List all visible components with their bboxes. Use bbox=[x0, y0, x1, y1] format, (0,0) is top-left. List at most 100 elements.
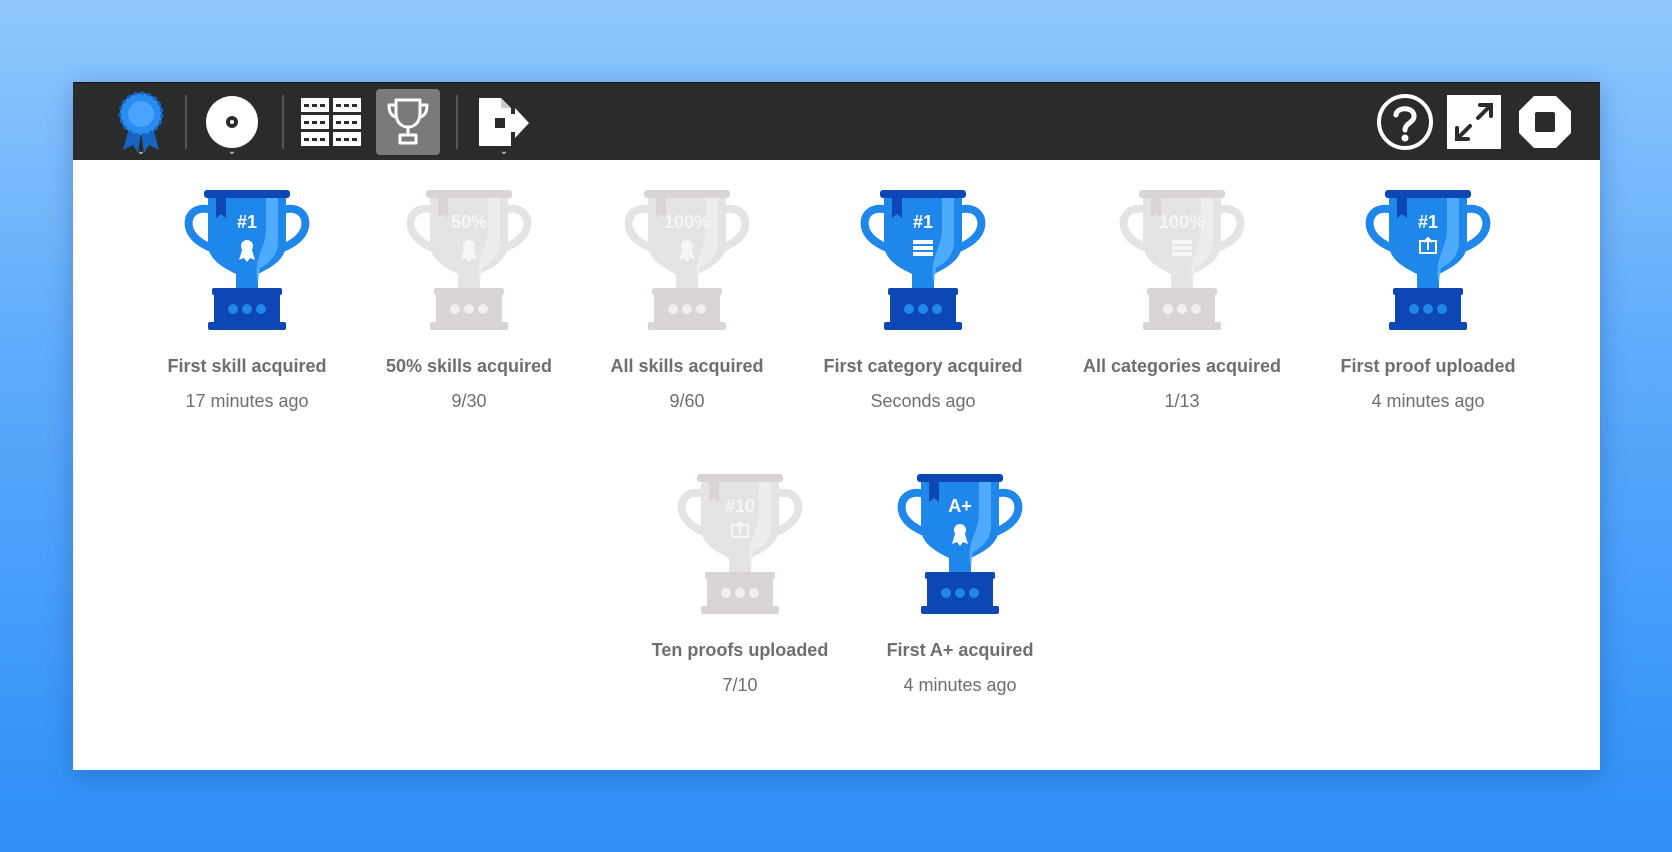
base-dot bbox=[1177, 304, 1187, 314]
achievement-card[interactable]: 50% 50% skills acquired 9/30 bbox=[354, 188, 584, 412]
trophy-stem-cap bbox=[925, 572, 995, 579]
trophy-stem-cap bbox=[888, 288, 958, 295]
trophy-base-foot bbox=[648, 322, 726, 330]
dropdown-caret: ⌄ bbox=[499, 146, 509, 157]
base-dot bbox=[682, 304, 692, 314]
disc-menu-button[interactable]: ⌄ bbox=[200, 89, 264, 157]
trophy-base-foot bbox=[884, 322, 962, 330]
trophy-badge-text: 100% bbox=[1159, 212, 1205, 232]
ribbon-emblem bbox=[681, 240, 693, 252]
base-dot bbox=[1191, 304, 1201, 314]
achievement-title: First skill acquired bbox=[167, 356, 327, 376]
trophy-icon: 100% bbox=[624, 190, 750, 330]
achievement-title: First proof uploaded bbox=[1340, 356, 1516, 376]
base-dot bbox=[1163, 304, 1173, 314]
achievement-status: 1/13 bbox=[1164, 391, 1200, 411]
export-file-icon bbox=[479, 98, 529, 146]
achievements-grid: #1 First skill acquired 17 minutes ago 5… bbox=[73, 160, 1600, 770]
trophy-icon: 100% bbox=[1119, 190, 1245, 330]
base-dot bbox=[256, 304, 266, 314]
disc-icon bbox=[206, 96, 258, 148]
achievement-card[interactable]: #10 Ten proofs uploaded 7/10 bbox=[625, 472, 855, 696]
achievement-title: First category acquired bbox=[823, 356, 1023, 376]
achievement-status: 17 minutes ago bbox=[185, 391, 309, 411]
app-window: ⌄ ⌄ ⌄ #1 First skill acquired 17 minutes… bbox=[73, 82, 1600, 770]
base-dot bbox=[696, 304, 706, 314]
cup-rim bbox=[1385, 190, 1471, 198]
achievement-title: Ten proofs uploaded bbox=[651, 640, 829, 660]
base-dot bbox=[450, 304, 460, 314]
stop-button[interactable] bbox=[1513, 89, 1577, 155]
trophy-icon: #1 bbox=[860, 190, 986, 330]
expand-icon bbox=[1447, 95, 1501, 149]
cup-rim bbox=[426, 190, 512, 198]
toolbar-separator bbox=[282, 95, 284, 149]
base-dot bbox=[721, 588, 731, 598]
help-button[interactable] bbox=[1373, 89, 1437, 155]
trophy-badge-text: #1 bbox=[1418, 212, 1438, 232]
base-dot bbox=[932, 304, 942, 314]
base-dot bbox=[1409, 304, 1419, 314]
badge-menu-button[interactable]: ⌄ bbox=[109, 89, 173, 157]
base-dot bbox=[478, 304, 488, 314]
fullscreen-button[interactable] bbox=[1442, 89, 1506, 155]
trophy-stem-cap bbox=[652, 288, 722, 295]
trophy-icon: #10 bbox=[677, 474, 803, 614]
achievement-title: First A+ acquired bbox=[886, 640, 1034, 660]
cup-rim bbox=[1139, 190, 1225, 198]
trophy-stem-cap bbox=[705, 572, 775, 579]
trophy-base-foot bbox=[1389, 322, 1467, 330]
ribbon-emblem bbox=[241, 240, 253, 252]
trophy-badge-text: A+ bbox=[948, 496, 972, 516]
categories-view-button[interactable] bbox=[299, 89, 363, 155]
achievement-card[interactable]: #1 First proof uploaded 4 minutes ago bbox=[1313, 188, 1543, 412]
base-dot bbox=[228, 304, 238, 314]
base-dot bbox=[668, 304, 678, 314]
base-dot bbox=[904, 304, 914, 314]
base-dot bbox=[918, 304, 928, 314]
trophy-icon: A+ bbox=[897, 474, 1023, 614]
trophy-badge-text: #10 bbox=[725, 496, 755, 516]
achievement-status: 9/30 bbox=[451, 391, 487, 411]
achievement-card[interactable]: #1 First category acquired Seconds ago bbox=[808, 188, 1038, 412]
base-dot bbox=[749, 588, 759, 598]
achievement-status: 9/60 bbox=[669, 391, 705, 411]
achievement-status: 4 minutes ago bbox=[903, 675, 1017, 695]
achievement-card[interactable]: A+ First A+ acquired 4 minutes ago bbox=[845, 472, 1075, 696]
grid-emblem bbox=[913, 240, 933, 256]
achievement-card[interactable]: 100% All categories acquired 1/13 bbox=[1067, 188, 1297, 412]
trophy-base-foot bbox=[208, 322, 286, 330]
achievement-status: 7/10 bbox=[722, 675, 758, 695]
trophy-stem-cap bbox=[1147, 288, 1217, 295]
achievements-view-button[interactable] bbox=[376, 89, 440, 155]
cup-rim bbox=[880, 190, 966, 198]
trophy-badge-text: 50% bbox=[451, 212, 487, 232]
trophy-base-foot bbox=[1143, 322, 1221, 330]
trophy-base-foot bbox=[921, 606, 999, 614]
achievement-title: All skills acquired bbox=[610, 356, 764, 376]
achievement-status: Seconds ago bbox=[870, 391, 976, 411]
award-ribbon-icon bbox=[118, 91, 164, 153]
trophy-icon: 50% bbox=[406, 190, 532, 330]
base-dot bbox=[955, 588, 965, 598]
trophy-badge-text: 100% bbox=[664, 212, 710, 232]
base-dot bbox=[969, 588, 979, 598]
trophy-icon: #1 bbox=[184, 190, 310, 330]
toolbar-separator bbox=[185, 95, 187, 149]
achievement-card[interactable]: #1 First skill acquired 17 minutes ago bbox=[132, 188, 362, 412]
stop-octagon-icon bbox=[1519, 96, 1571, 148]
toolbar-separator bbox=[456, 95, 458, 149]
base-dot bbox=[1437, 304, 1447, 314]
trophy-base-foot bbox=[701, 606, 779, 614]
trophy-icon: #1 bbox=[1365, 190, 1491, 330]
export-menu-button[interactable]: ⌄ bbox=[472, 89, 536, 157]
achievement-title: All categories acquired bbox=[1082, 356, 1282, 376]
trophy-stem-cap bbox=[434, 288, 504, 295]
cup-rim bbox=[697, 474, 783, 482]
trophy-badge-text: #1 bbox=[237, 212, 257, 232]
achievement-status: 4 minutes ago bbox=[1371, 391, 1485, 411]
trophy-base-foot bbox=[430, 322, 508, 330]
trophy-icon bbox=[387, 98, 429, 145]
grid-view-icon bbox=[301, 98, 361, 146]
achievement-card[interactable]: 100% All skills acquired 9/60 bbox=[572, 188, 802, 412]
